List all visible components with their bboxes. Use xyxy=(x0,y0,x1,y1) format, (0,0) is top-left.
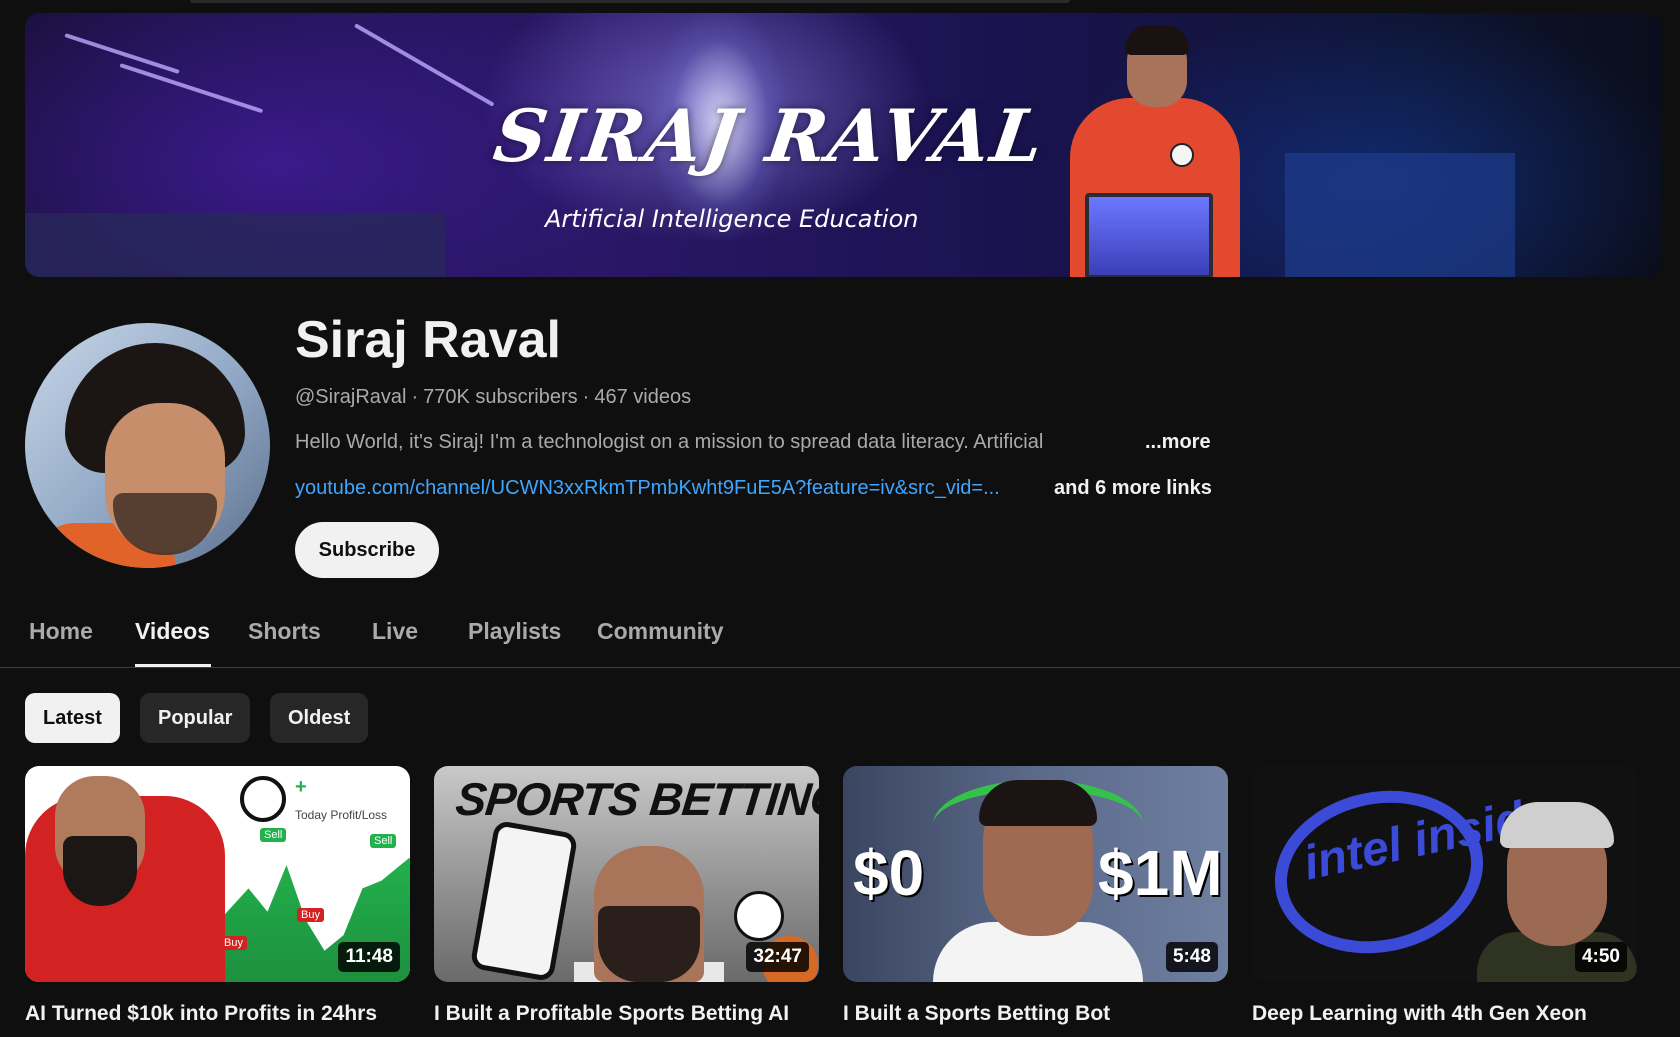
tab-live[interactable]: Live xyxy=(372,618,418,645)
video-thumbnail[interactable]: $0 $1M 5:48 xyxy=(843,766,1228,982)
thumb-buy-tag: Buy xyxy=(297,908,324,922)
filter-chip-oldest[interactable]: Oldest xyxy=(270,693,369,743)
channel-handle: @SirajRaval xyxy=(295,386,407,408)
video-thumbnail[interactable]: intel inside 4:50 xyxy=(1252,766,1637,982)
tab-shorts[interactable]: Shorts xyxy=(248,618,321,645)
channel-meta: @SirajRaval · 770K subscribers · 467 videos xyxy=(295,386,691,409)
thumb-phone xyxy=(469,819,579,982)
video-thumbnail[interactable]: SPORTS BETTING 32:47 xyxy=(434,766,819,982)
thumb-text-right: $1M xyxy=(1098,837,1223,909)
video-duration: 32:47 xyxy=(746,942,809,972)
thumb-sell-tag: Sell xyxy=(370,834,397,848)
banner-light-beam xyxy=(119,63,264,114)
banner-equipment xyxy=(1285,153,1515,277)
video-duration: 5:48 xyxy=(1165,942,1218,972)
banner-subtitle: Artificial Intelligence Education xyxy=(545,205,919,233)
video-thumbnail[interactable]: + Today Profit/Loss Sell Sell Buy Buy 11… xyxy=(25,766,410,982)
thumb-person-beard xyxy=(598,906,700,982)
video-card[interactable]: $0 $1M 5:48 I Built a Sports Betting Bot xyxy=(843,766,1228,1025)
video-duration: 4:50 xyxy=(1574,942,1627,972)
channel-page: SIRAJ RAVAL Artificial Intelligence Educ… xyxy=(0,0,1680,1037)
subscriber-count: 770K subscribers xyxy=(423,386,578,408)
channel-name: Siraj Raval xyxy=(295,311,561,369)
banner-title: SIRAJ RAVAL xyxy=(489,93,1051,178)
filter-chip-popular[interactable]: Popular xyxy=(140,693,251,743)
thumb-buy-tag: Buy xyxy=(220,936,247,950)
thumb-heading: SPORTS BETTING xyxy=(453,773,819,825)
video-title[interactable]: Deep Learning with 4th Gen Xeon xyxy=(1252,1002,1652,1026)
video-title[interactable]: I Built a Profitable Sports Betting AI xyxy=(434,1002,834,1026)
meta-separator: · xyxy=(411,386,419,408)
banner-hoodie-badge xyxy=(1170,143,1194,167)
banner-person-hair xyxy=(1125,25,1189,55)
banner-laptop xyxy=(1085,193,1213,277)
thumb-sell-tag: Sell xyxy=(260,828,287,842)
subscribe-button[interactable]: Subscribe xyxy=(295,522,439,578)
video-card[interactable]: + Today Profit/Loss Sell Sell Buy Buy 11… xyxy=(25,766,410,1025)
channel-avatar[interactable] xyxy=(25,323,270,568)
more-links-button[interactable]: and 6 more links xyxy=(1054,477,1212,500)
channel-link[interactable]: youtube.com/channel/UCWN3xxRkmTPmbKwht9F… xyxy=(295,477,1040,500)
video-title[interactable]: I Built a Sports Betting Bot xyxy=(843,1002,1243,1026)
scrollbar-top[interactable] xyxy=(190,0,1070,3)
video-duration: 11:48 xyxy=(338,942,400,972)
channel-tabs: Home Videos Shorts Live Playlists Commun… xyxy=(0,612,1680,668)
thumb-profit-label: Today Profit/Loss xyxy=(295,808,388,822)
thumb-profit-text: + xyxy=(295,776,307,798)
description-more-button[interactable]: ...more xyxy=(1145,431,1211,454)
banner-light-beam xyxy=(354,23,495,107)
channel-banner: SIRAJ RAVAL Artificial Intelligence Educ… xyxy=(25,13,1661,277)
filter-chip-latest[interactable]: Latest xyxy=(25,693,120,743)
video-count: 467 videos xyxy=(594,386,692,408)
tab-community[interactable]: Community xyxy=(597,618,724,645)
video-card[interactable]: intel inside 4:50 Deep Learning with 4th… xyxy=(1252,766,1637,1025)
thumb-person-beard xyxy=(63,836,137,906)
meta-separator: · xyxy=(582,386,590,408)
thumb-person-hair xyxy=(1500,802,1614,848)
tab-home[interactable]: Home xyxy=(29,618,93,645)
thumb-person-hair xyxy=(979,780,1097,826)
tab-videos[interactable]: Videos xyxy=(135,618,210,645)
banner-desk xyxy=(25,213,445,277)
soccer-ball-icon xyxy=(734,891,784,941)
tab-playlists[interactable]: Playlists xyxy=(468,618,561,645)
active-tab-indicator xyxy=(135,664,211,667)
thumb-text-left: $0 xyxy=(853,837,925,909)
channel-description[interactable]: Hello World, it's Siraj! I'm a technolog… xyxy=(295,431,1105,454)
video-card[interactable]: SPORTS BETTING 32:47 I Built a Profitabl… xyxy=(434,766,819,1025)
openai-logo-icon xyxy=(240,776,286,822)
video-title[interactable]: AI Turned $10k into Profits in 24hrs xyxy=(25,1002,425,1026)
